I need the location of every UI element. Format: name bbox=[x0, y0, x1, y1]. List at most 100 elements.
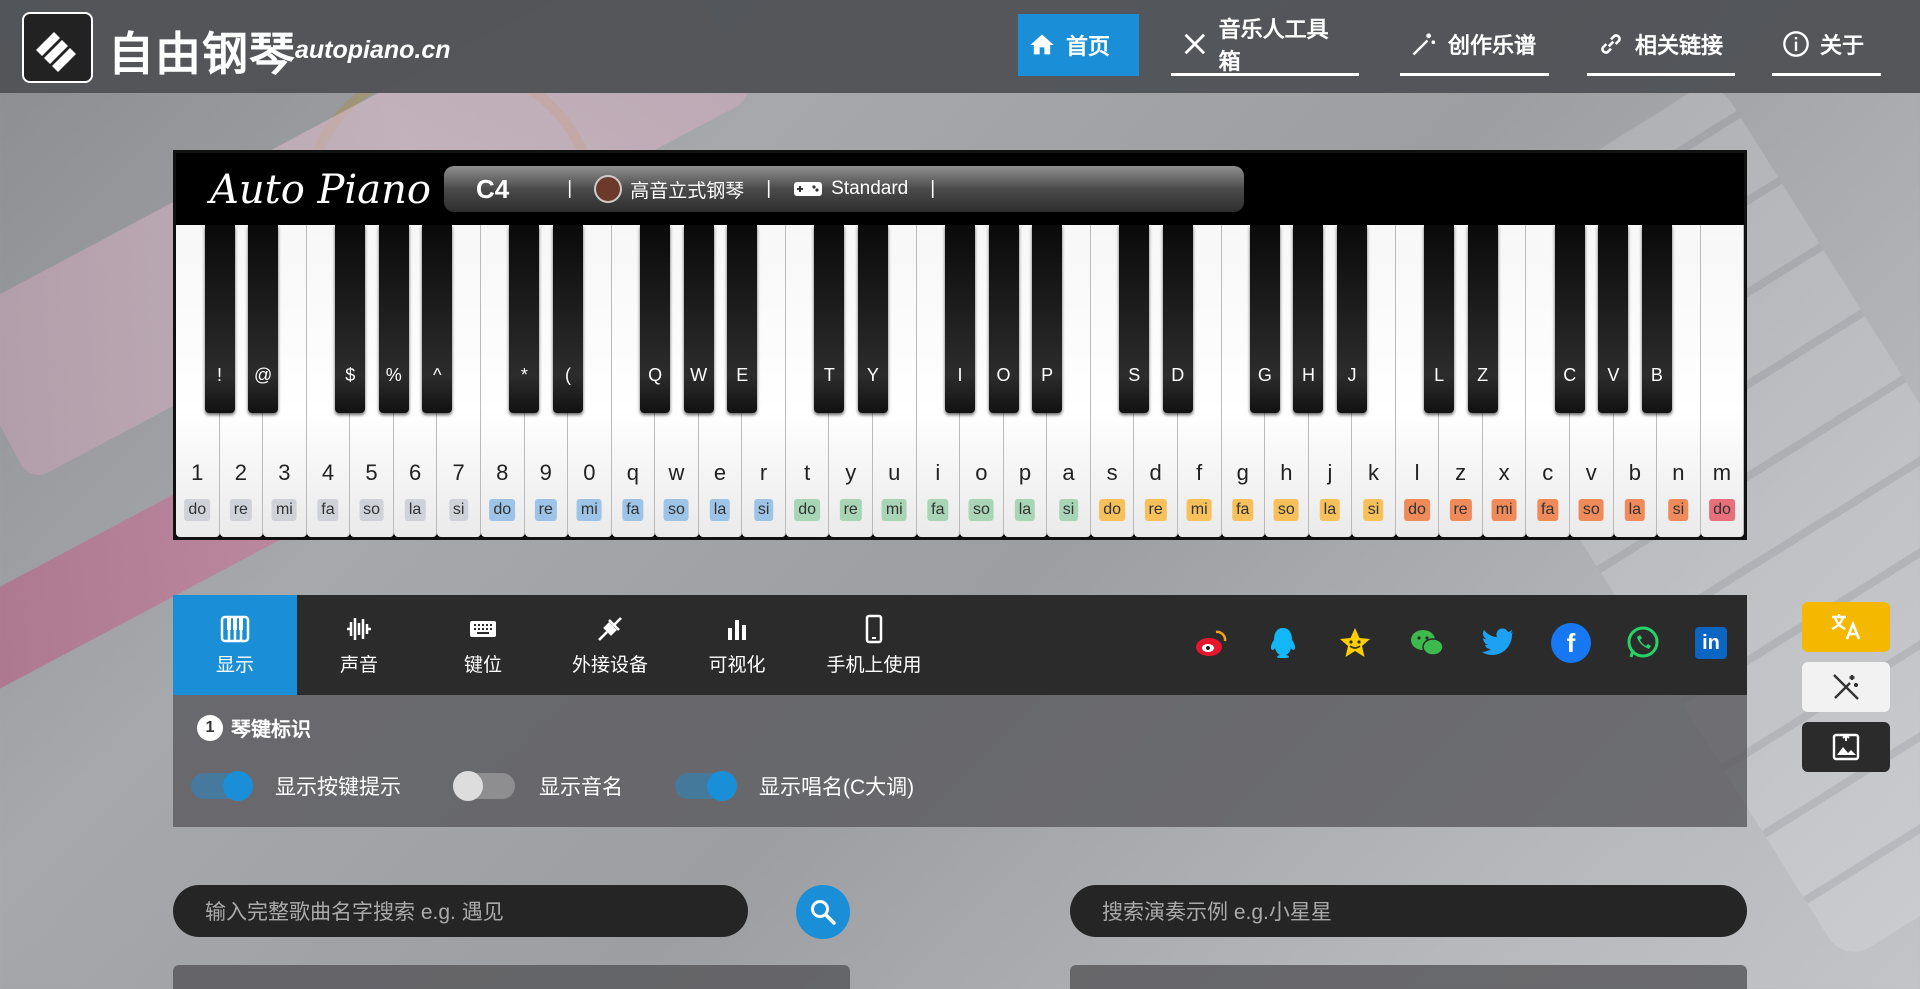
key-hint-label: I bbox=[957, 365, 963, 385]
tab-use-on-phone[interactable]: 手机上使用 bbox=[799, 595, 949, 695]
instrument-selector[interactable]: 高音立式钢琴 bbox=[594, 175, 744, 203]
section-key-labels-title: 1 琴键标识 bbox=[197, 713, 311, 742]
black-key[interactable]: O bbox=[988, 225, 1019, 413]
tab-external-device[interactable]: 外接设备 bbox=[545, 595, 675, 695]
weibo-icon[interactable] bbox=[1191, 623, 1231, 663]
facebook-icon[interactable]: f bbox=[1551, 623, 1591, 663]
key-hint-label: 0 bbox=[583, 460, 596, 485]
black-key[interactable]: H bbox=[1293, 225, 1324, 413]
theme-toggle-button[interactable] bbox=[1802, 662, 1890, 712]
black-key[interactable]: ( bbox=[553, 225, 583, 413]
black-key[interactable]: @ bbox=[248, 225, 279, 413]
black-key[interactable]: E bbox=[727, 225, 758, 413]
tab-external-device-label: 外接设备 bbox=[571, 654, 648, 676]
show-solfege-label: 显示唱名(C大调) bbox=[759, 776, 915, 799]
option-show-key-hints[interactable]: 显示按键提示 bbox=[191, 771, 401, 801]
nav-compose-score[interactable]: 创作乐谱 bbox=[1400, 14, 1549, 76]
tab-sound[interactable]: 声音 bbox=[297, 595, 421, 695]
solfege-label: si bbox=[1363, 499, 1384, 521]
black-key[interactable]: W bbox=[683, 225, 714, 413]
whatsapp-icon[interactable] bbox=[1623, 623, 1663, 663]
black-key[interactable]: V bbox=[1598, 225, 1629, 413]
qq-icon[interactable] bbox=[1263, 623, 1303, 663]
current-note: C4 bbox=[476, 173, 510, 204]
black-key[interactable]: J bbox=[1337, 225, 1367, 413]
key-hint-label: u bbox=[888, 460, 901, 485]
show-solfege-toggle[interactable] bbox=[675, 771, 737, 801]
nav-home[interactable]: 首页 bbox=[1018, 14, 1139, 76]
nav-about[interactable]: 关于 bbox=[1772, 14, 1881, 76]
top-navigation-bar: 自由钢琴 autopiano.cn 首页 音乐人工具箱 创作乐谱 相关链接 关于 bbox=[0, 0, 1920, 93]
qzone-icon[interactable] bbox=[1335, 623, 1375, 663]
nav-musician-toolbox-label: 音乐人工具箱 bbox=[1218, 16, 1329, 74]
linkedin-icon[interactable]: in bbox=[1695, 627, 1727, 659]
key-hint-label: 2 bbox=[234, 460, 247, 485]
tab-visualization[interactable]: 可视化 bbox=[675, 595, 799, 695]
solfege-label: re bbox=[1449, 499, 1472, 521]
black-key[interactable]: C bbox=[1554, 225, 1585, 413]
key-hint-label: r bbox=[759, 460, 768, 485]
tab-sound-label: 声音 bbox=[339, 654, 378, 676]
black-key[interactable]: * bbox=[509, 225, 540, 413]
tab-key-mapping[interactable]: 键位 bbox=[421, 595, 545, 695]
key-layout-selector[interactable]: Standard bbox=[793, 178, 908, 200]
translate-button[interactable] bbox=[1802, 602, 1890, 652]
separator: | bbox=[567, 178, 573, 199]
key-layout-name: Standard bbox=[831, 178, 909, 199]
black-key[interactable]: ! bbox=[204, 225, 235, 413]
key-hint-label: T bbox=[823, 365, 835, 385]
song-results-panel bbox=[173, 965, 850, 989]
song-search-input[interactable]: 输入完整歌曲名字搜索 e.g. 遇见 bbox=[173, 885, 748, 937]
tab-use-on-phone-label: 手机上使用 bbox=[826, 654, 922, 676]
search-icon bbox=[811, 900, 836, 925]
key-hint-label: C bbox=[1563, 365, 1577, 385]
solfege-label: do bbox=[184, 499, 211, 521]
key-hint-label: B bbox=[1650, 365, 1663, 385]
black-key[interactable]: S bbox=[1119, 225, 1150, 413]
option-show-solfege[interactable]: 显示唱名(C大调) bbox=[675, 771, 914, 801]
toggle-knob bbox=[223, 771, 253, 801]
tab-display[interactable]: 显示 bbox=[173, 595, 297, 695]
black-key[interactable]: Y bbox=[857, 225, 888, 413]
nav-musician-toolbox[interactable]: 音乐人工具箱 bbox=[1171, 14, 1359, 76]
wechat-icon[interactable] bbox=[1407, 623, 1447, 663]
tab-key-mapping-label: 键位 bbox=[463, 654, 502, 676]
black-key[interactable]: ^ bbox=[422, 225, 453, 413]
nav-about-label: 关于 bbox=[1820, 32, 1865, 58]
show-note-names-toggle[interactable] bbox=[453, 771, 515, 801]
instrument-icon bbox=[594, 175, 623, 203]
black-key[interactable]: $ bbox=[335, 225, 366, 413]
key-hint-label: ! bbox=[217, 365, 223, 385]
solfege-label: re bbox=[534, 499, 557, 521]
key-hint-label: z bbox=[1455, 460, 1467, 485]
search-button[interactable] bbox=[796, 885, 850, 939]
solfege-label: fa bbox=[927, 499, 949, 521]
black-key[interactable]: Q bbox=[640, 225, 671, 413]
piano-brand: Auto Piano bbox=[210, 167, 431, 213]
black-key[interactable]: D bbox=[1162, 225, 1193, 413]
black-key[interactable]: Z bbox=[1467, 225, 1498, 413]
piano-info-bar: C4 | 高音立式钢琴 | Standard | bbox=[444, 166, 1244, 212]
black-key[interactable]: P bbox=[1032, 225, 1063, 413]
translate-icon bbox=[1831, 614, 1861, 640]
background-image-button[interactable] bbox=[1802, 722, 1890, 772]
black-key[interactable]: % bbox=[378, 225, 409, 413]
black-key[interactable]: B bbox=[1641, 225, 1672, 413]
site-logo-icon[interactable] bbox=[22, 12, 93, 83]
option-show-note-names[interactable]: 显示音名 bbox=[453, 771, 623, 801]
key-hint-label: w bbox=[668, 460, 685, 485]
site-title[interactable]: 自由钢琴 bbox=[108, 18, 296, 84]
demo-search-input[interactable]: 搜索演奏示例 e.g.小星星 bbox=[1070, 885, 1747, 937]
show-key-hints-toggle[interactable] bbox=[191, 771, 253, 801]
twitter-icon[interactable] bbox=[1479, 623, 1519, 663]
key-hint-label: g bbox=[1236, 460, 1249, 485]
black-key[interactable]: I bbox=[945, 225, 975, 413]
nav-home-label: 首页 bbox=[1066, 34, 1111, 59]
key-hint-label: H bbox=[1301, 365, 1315, 385]
black-key[interactable]: T bbox=[814, 225, 845, 413]
nav-related-links[interactable]: 相关链接 bbox=[1587, 14, 1735, 76]
black-key[interactable]: L bbox=[1424, 225, 1455, 413]
song-search-placeholder: 输入完整歌曲名字搜索 e.g. 遇见 bbox=[205, 901, 504, 924]
key-hint-label: W bbox=[690, 365, 708, 385]
black-key[interactable]: G bbox=[1249, 225, 1280, 413]
